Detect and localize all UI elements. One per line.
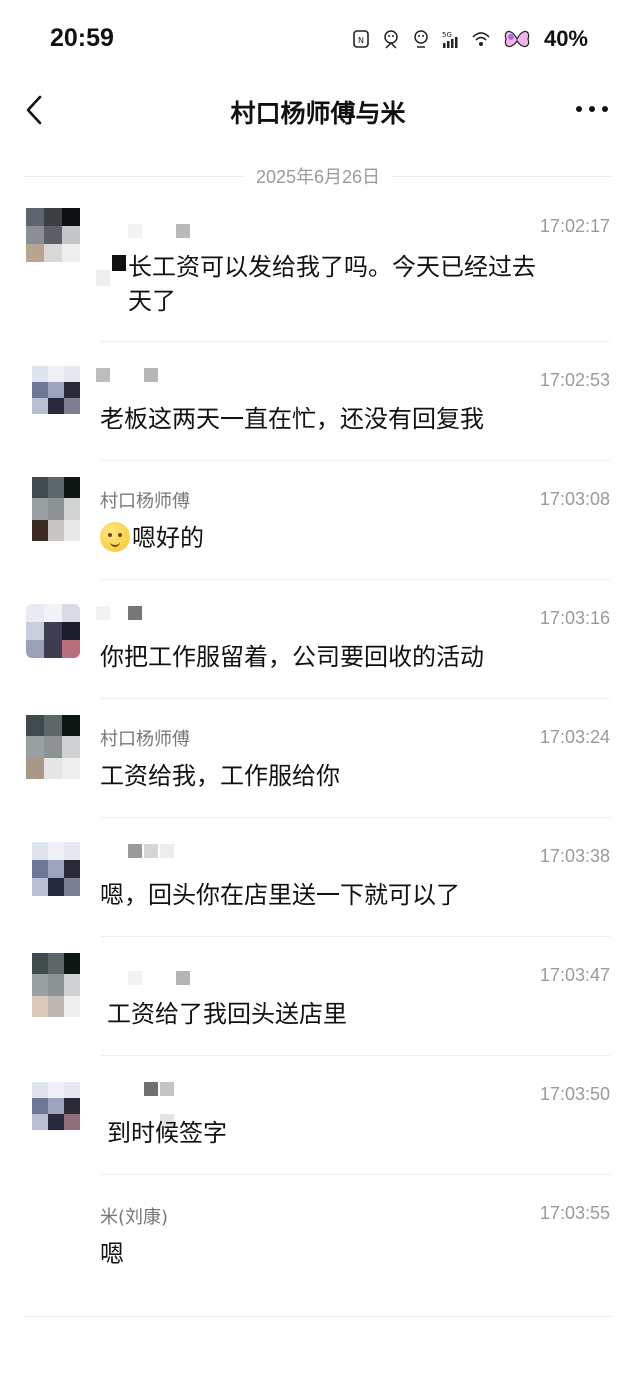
message-text: 长工资可以发给我了吗。今天已经过去 [128,253,536,281]
sender-name: 米(刘康) [100,1207,169,1228]
blurred-name [144,1082,158,1096]
blurred-name [160,1082,174,1096]
message-time: 17:02:53 [539,370,610,390]
battery-level: 40% [543,26,588,51]
avatar[interactable] [26,604,80,658]
sticker-icon [414,30,428,48]
blurred-name [176,971,190,985]
status-icons: N 5G 40% [350,26,588,52]
status-time: 20:59 [50,24,114,52]
divider-line [24,175,244,177]
message-item[interactable]: 17:02:17 长工资可以发给我了吗。今天已经过去 天了 [0,200,636,342]
blurred-text [96,270,110,286]
blurred-name [96,606,110,620]
message-time: 17:02:17 [539,216,610,236]
butterfly-icon [504,30,530,48]
message-time: 17:03:38 [539,846,610,866]
message-time: 17:03:55 [539,1203,610,1223]
svg-text:5G: 5G [442,31,452,39]
avatar[interactable] [32,953,80,1017]
blurred-name [144,844,158,858]
message-text: 工资给了我回头送店里 [107,1000,347,1028]
message-text: 你把工作服留着，公司要回收的活动 [100,643,484,671]
message-time: 17:03:50 [539,1084,610,1104]
message-item[interactable]: 村口杨师傅 17:03:08 嗯好的 [0,461,636,580]
avatar[interactable] [32,366,80,414]
blurred-name [128,224,142,238]
message-text: 嗯 [100,1240,124,1268]
more-dots-icon [576,106,608,112]
message-text-body: 嗯好的 [132,524,204,552]
sender-name: 村口杨师傅 [100,729,190,750]
wifi-icon [472,32,490,46]
message-text: 天了 [128,287,176,315]
message-time: 17:03:16 [539,608,610,628]
avatar[interactable] [32,842,80,896]
message-item[interactable]: 17:02:53 老板这两天一直在忙，还没有回复我 [0,342,636,461]
message-text: 工资给我，工作服给你 [100,762,340,790]
signal-5g-icon: 5G [442,31,458,48]
bottom-divider [24,1316,612,1317]
message-item[interactable]: 村口杨师傅 17:03:24 工资给我，工作服给你 [0,699,636,818]
chat-title: 村口杨师傅与米 [230,99,406,128]
blurred-name [96,368,110,382]
avatar[interactable] [32,477,80,541]
blurred-name [160,844,174,858]
more-button[interactable] [572,94,612,124]
nav-bar: 村口杨师傅与米 [0,80,636,140]
message-text: 嗯，回头你在店里送一下就可以了 [100,881,460,909]
message-time: 17:03:08 [539,489,610,509]
nfc-icon: N [353,30,369,48]
avatar[interactable] [32,1082,80,1130]
svg-text:N: N [358,36,364,45]
blurred-name [128,844,142,858]
blurred-name [144,368,158,382]
status-bar: 20:59 N 5G 40% [0,0,636,80]
message-item[interactable]: 米(刘康) 17:03:55 嗯 [0,1175,636,1294]
message-item[interactable]: 17:03:50 到时候签字 [0,1056,636,1175]
smiling-face-emoji-icon [100,522,130,552]
message-item[interactable]: 17:03:38 嗯，回头你在店里送一下就可以了 [0,818,636,937]
avatar[interactable] [26,208,80,262]
message-text: 嗯好的 [100,521,606,555]
message-text: 老板这两天一直在忙，还没有回复我 [100,405,484,433]
blurred-text [112,255,126,271]
divider-line [392,175,613,177]
blurred-name [176,224,190,238]
message-text: 到时候签字 [107,1119,227,1147]
sticker-icon [384,30,398,49]
message-item[interactable]: 17:03:47 工资给了我回头送店里 [0,937,636,1056]
message-time: 17:03:47 [539,965,610,985]
avatar[interactable] [26,715,80,779]
date-label: 2025年6月26日 [255,167,381,187]
blurred-name [128,971,142,985]
message-item[interactable]: 17:03:16 你把工作服留着，公司要回收的活动 [0,580,636,699]
message-time: 17:03:24 [539,727,610,747]
sender-name: 村口杨师傅 [100,491,190,512]
date-divider: 2025年6月26日 [24,164,613,188]
blurred-name [128,606,142,620]
